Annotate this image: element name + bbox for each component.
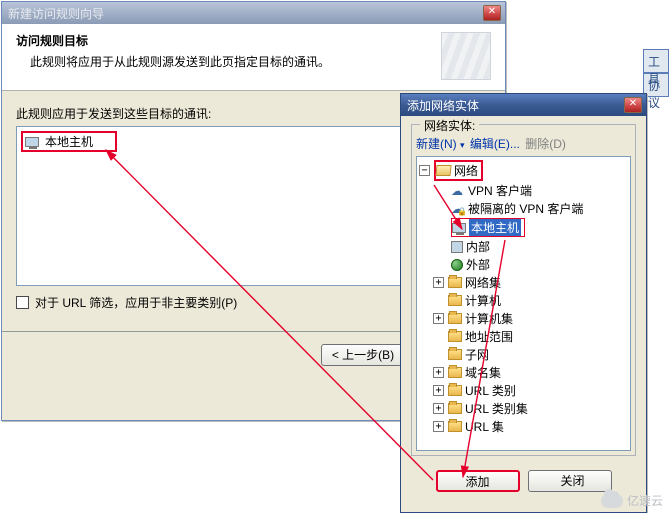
wizard-description: 此规则将应用于从此规则源发送到此页指定目标的通讯。: [16, 53, 330, 70]
tree-node-computer-set[interactable]: + 计算机集: [419, 310, 628, 327]
tree-node-isolated-vpn[interactable]: 被隔离的 VPN 客户端: [419, 200, 628, 217]
folder-icon: [448, 313, 462, 324]
tree-node-internal[interactable]: 内部: [419, 238, 628, 255]
tree-node-vpn-client[interactable]: VPN 客户端: [419, 182, 628, 199]
entity-body: 网络实体: 新建(N) ▾ 编辑(E)... 删除(D) − 网络: [401, 116, 646, 462]
tree-node-subnet[interactable]: 子网: [419, 346, 628, 363]
folder-icon: [448, 385, 462, 396]
folder-icon: [448, 349, 462, 360]
folder-icon: [448, 367, 462, 378]
bg-protocol-label: 协议: [648, 77, 669, 111]
globe-icon: [451, 259, 463, 271]
computer-icon: [25, 137, 39, 147]
tree-node-url-category-set[interactable]: + URL 类别集: [419, 400, 628, 417]
folder-icon: [448, 421, 462, 432]
close-icon[interactable]: ✕: [483, 5, 501, 21]
wizard-titlebar[interactable]: 新建访问规则向导 ✕: [2, 2, 505, 24]
chevron-down-icon: ▾: [460, 140, 465, 150]
wizard-header: 访问规则目标 此规则将应用于从此规则源发送到此页指定目标的通讯。: [2, 24, 505, 91]
expand-icon[interactable]: +: [433, 403, 444, 414]
expand-icon[interactable]: +: [433, 385, 444, 396]
tree-node-addr-range[interactable]: 地址范围: [419, 328, 628, 345]
back-button[interactable]: < 上一步(B): [321, 344, 405, 366]
url-filter-checkbox[interactable]: [16, 296, 29, 309]
expand-icon[interactable]: +: [433, 313, 444, 324]
tree-node-computer[interactable]: 计算机: [419, 292, 628, 309]
list-item-label: 本地主机: [45, 133, 93, 150]
group-legend: 网络实体:: [420, 117, 479, 134]
folder-icon: [448, 403, 462, 414]
internal-network-icon: [451, 241, 463, 253]
folder-icon: [448, 331, 462, 342]
entity-toolbar: 新建(N) ▾ 编辑(E)... 删除(D): [416, 135, 631, 152]
cloud-lock-icon: [451, 203, 465, 215]
tree-node-external[interactable]: 外部: [419, 256, 628, 273]
expand-icon[interactable]: +: [433, 367, 444, 378]
list-item-localhost[interactable]: 本地主机: [21, 131, 117, 152]
collapse-icon[interactable]: −: [419, 165, 430, 176]
cloud-logo-icon: [601, 494, 623, 508]
tree-node-domain-set[interactable]: + 域名集: [419, 364, 628, 381]
computer-icon: [452, 223, 466, 233]
url-filter-label: 对于 URL 筛选，应用于非主要类别(P): [35, 294, 237, 311]
folder-open-icon: [435, 165, 451, 176]
delete-link: 删除(D): [525, 137, 566, 151]
close-button[interactable]: 关闭: [528, 470, 612, 492]
add-entity-window: 添加网络实体 ✕ 网络实体: 新建(N) ▾ 编辑(E)... 删除(D) − …: [400, 93, 647, 513]
tree-node-localhost[interactable]: 本地主机: [419, 218, 628, 237]
tree-node-network-set[interactable]: + 网络集: [419, 274, 628, 291]
entity-titlebar[interactable]: 添加网络实体 ✕: [401, 94, 646, 116]
tree-node-url-category[interactable]: + URL 类别: [419, 382, 628, 399]
expand-icon[interactable]: +: [433, 277, 444, 288]
add-button[interactable]: 添加: [436, 470, 520, 492]
wizard-title: 新建访问规则向导: [8, 5, 104, 22]
close-icon[interactable]: ✕: [624, 97, 642, 113]
network-tree[interactable]: − 网络 VPN 客户端 被隔离的 VPN 客户端: [416, 156, 631, 451]
cloud-icon: [451, 185, 465, 197]
network-entity-group: 网络实体: 新建(N) ▾ 编辑(E)... 删除(D) − 网络: [411, 124, 636, 456]
entity-title: 添加网络实体: [407, 97, 479, 114]
folder-icon: [448, 277, 462, 288]
wizard-subtitle: 访问规则目标: [16, 32, 330, 49]
wizard-banner-icon: [441, 32, 491, 80]
folder-icon: [448, 295, 462, 306]
edit-link[interactable]: 编辑(E)...: [470, 137, 520, 151]
tree-node-networks[interactable]: − 网络: [419, 160, 628, 181]
tree-node-url-set[interactable]: + URL 集: [419, 418, 628, 435]
watermark: 亿速云: [601, 492, 663, 509]
canvas: 新建访问规则向导 ✕ 访问规则目标 此规则将应用于从此规则源发送到此页指定目标的…: [0, 0, 669, 513]
expand-icon[interactable]: +: [433, 421, 444, 432]
new-menu[interactable]: 新建(N) ▾: [416, 137, 465, 151]
